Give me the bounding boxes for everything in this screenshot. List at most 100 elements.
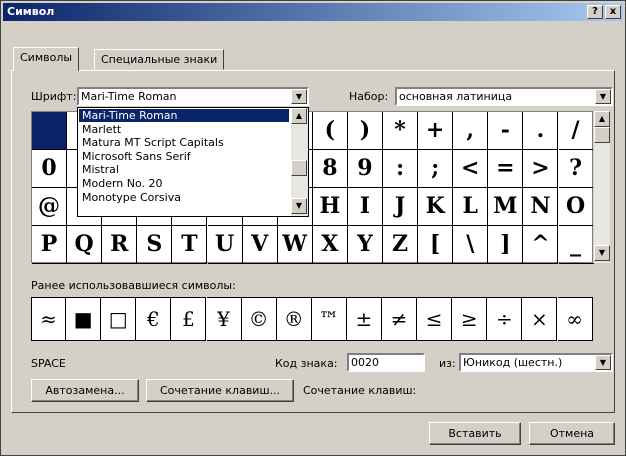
recent-symbol-cell[interactable]: ∞ — [557, 297, 593, 341]
font-option[interactable]: Microsoft Sans Serif — [79, 150, 289, 163]
scroll-down-icon[interactable]: ▼ — [594, 245, 610, 261]
symbol-cell[interactable]: R — [102, 226, 138, 264]
symbol-cell[interactable]: J — [383, 188, 419, 226]
symbol-cell[interactable]: ^ — [523, 226, 559, 264]
subset-combo[interactable]: основная латиница ▼ — [395, 87, 613, 106]
code-input[interactable]: 0020 — [347, 353, 425, 372]
scroll-up-icon[interactable]: ▲ — [594, 111, 610, 127]
from-combo[interactable]: Юникод (шестн.) ▼ — [459, 353, 613, 372]
symbol-cell[interactable]: > — [523, 150, 559, 188]
symbol-cell[interactable]: [ — [418, 226, 454, 264]
shortcut-label: Сочетание клавиш: — [303, 384, 417, 397]
symbol-cell[interactable]: + — [418, 112, 454, 150]
font-dropdown-arrow-icon[interactable]: ▼ — [291, 89, 307, 104]
recent-symbol-cell[interactable]: ≈ — [31, 297, 67, 341]
dropdown-scroll-down-icon[interactable]: ▼ — [291, 198, 307, 214]
symbol-cell[interactable]: T — [172, 226, 208, 264]
font-value: Mari-Time Roman — [81, 90, 177, 103]
recent-symbol-cell[interactable]: © — [241, 297, 277, 341]
from-value: Юникод (шестн.) — [463, 356, 563, 369]
symbol-cell[interactable]: V — [242, 226, 278, 264]
close-icon[interactable]: x — [605, 5, 621, 19]
recent-symbol-cell[interactable]: € — [136, 297, 172, 341]
subset-label: Набор: — [349, 90, 389, 103]
symbol-cell[interactable]: Z — [383, 226, 419, 264]
symbol-cell[interactable]: S — [137, 226, 173, 264]
font-combo[interactable]: Mari-Time Roman ▼ — [77, 87, 309, 106]
symbol-cell[interactable]: H — [312, 188, 348, 226]
grid-scrollbar[interactable]: ▲ ▼ — [593, 111, 610, 263]
symbol-cell[interactable]: 9 — [347, 150, 383, 188]
font-option[interactable]: Modern No. 20 — [79, 177, 289, 190]
recent-symbol-cell[interactable]: □ — [101, 297, 137, 341]
recent-symbol-cell[interactable]: £ — [171, 297, 207, 341]
recent-symbol-cell[interactable]: ¥ — [206, 297, 242, 341]
font-option[interactable]: Marlett — [79, 123, 289, 136]
shortcut-key-button[interactable]: Сочетание клавиш... — [146, 379, 294, 402]
symbol-cell[interactable]: \ — [453, 226, 489, 264]
symbol-cell[interactable]: X — [312, 226, 348, 264]
recent-symbol-cell[interactable]: ÷ — [487, 297, 523, 341]
symbol-cell[interactable]: ] — [488, 226, 524, 264]
symbol-cell[interactable]: 8 — [312, 150, 348, 188]
recent-symbol-cell[interactable]: ≠ — [382, 297, 418, 341]
symbol-cell[interactable]: 0 — [32, 150, 68, 188]
symbol-cell[interactable]: W — [277, 226, 313, 264]
dropdown-scroll-up-icon[interactable]: ▲ — [291, 108, 307, 124]
symbol-cell[interactable]: M — [488, 188, 524, 226]
symbol-cell[interactable]: @ — [32, 188, 68, 226]
help-icon[interactable]: ? — [587, 5, 603, 19]
recent-symbol-cell[interactable]: × — [522, 297, 558, 341]
subset-dropdown-arrow-icon[interactable]: ▼ — [595, 89, 611, 104]
symbol-cell[interactable]: / — [558, 112, 594, 150]
recent-symbol-cell[interactable]: ™ — [311, 297, 347, 341]
scroll-thumb[interactable] — [594, 127, 610, 143]
recent-symbol-cell[interactable]: ≤ — [417, 297, 453, 341]
symbol-cell[interactable]: < — [453, 150, 489, 188]
symbol-cell[interactable]: N — [523, 188, 559, 226]
font-option[interactable]: Monotype Corsiva — [79, 191, 289, 204]
symbol-cell[interactable]: P — [32, 226, 68, 264]
from-dropdown-arrow-icon[interactable]: ▼ — [595, 355, 611, 370]
font-label: Шрифт: — [31, 90, 77, 103]
tab-special-chars[interactable]: Специальные знаки — [94, 49, 225, 70]
symbol-cell[interactable]: ? — [558, 150, 594, 188]
subset-value: основная латиница — [399, 90, 513, 103]
insert-button[interactable]: Вставить — [429, 422, 521, 445]
dropdown-scrollbar[interactable]: ▲ ▼ — [291, 108, 308, 216]
tab-symbols[interactable]: Символы — [13, 47, 80, 71]
cancel-button[interactable]: Отмена — [529, 422, 615, 445]
recent-symbol-cell[interactable]: ■ — [66, 297, 102, 341]
recent-symbol-cell[interactable]: ± — [346, 297, 382, 341]
font-option[interactable]: Matura MT Script Capitals — [79, 136, 289, 149]
recent-symbol-cell[interactable]: ® — [276, 297, 312, 341]
symbol-dialog: Символ ? x Символы Специальные знаки Шри… — [0, 0, 626, 456]
font-option[interactable]: Mari-Time Roman — [79, 109, 289, 122]
symbol-cell[interactable]: ) — [347, 112, 383, 150]
symbol-cell[interactable]: L — [453, 188, 489, 226]
font-dropdown-list[interactable]: Mari-Time Roman Marlett Matura MT Script C… — [77, 107, 309, 217]
font-option[interactable]: Mistral — [79, 163, 289, 176]
window-title: Символ — [7, 5, 55, 18]
symbol-cell[interactable]: = — [488, 150, 524, 188]
symbol-cell[interactable]: O — [558, 188, 594, 226]
tab-special-chars-label: Специальные знаки — [101, 53, 218, 66]
symbol-cell[interactable]: K — [418, 188, 454, 226]
symbol-cell[interactable]: ( — [312, 112, 348, 150]
symbol-cell[interactable]: , — [453, 112, 489, 150]
symbol-cell[interactable]: _ — [558, 226, 594, 264]
symbol-cell[interactable]: - — [488, 112, 524, 150]
recent-symbol-cell[interactable]: ≥ — [452, 297, 488, 341]
symbol-cell[interactable]: Q — [67, 226, 103, 264]
symbol-cell[interactable]: : — [383, 150, 419, 188]
symbol-cell[interactable]: Y — [347, 226, 383, 264]
symbol-cell[interactable]: * — [383, 112, 419, 150]
symbol-cell[interactable]: ; — [418, 150, 454, 188]
autocorrect-button[interactable]: Автозамена... — [31, 379, 139, 402]
symbol-cell[interactable]: U — [207, 226, 243, 264]
title-bar[interactable]: Символ ? x — [3, 3, 623, 21]
symbol-cell[interactable]: . — [523, 112, 559, 150]
symbol-cell[interactable]: I — [347, 188, 383, 226]
dropdown-scroll-thumb[interactable] — [291, 160, 307, 176]
symbol-cell[interactable] — [32, 112, 68, 150]
